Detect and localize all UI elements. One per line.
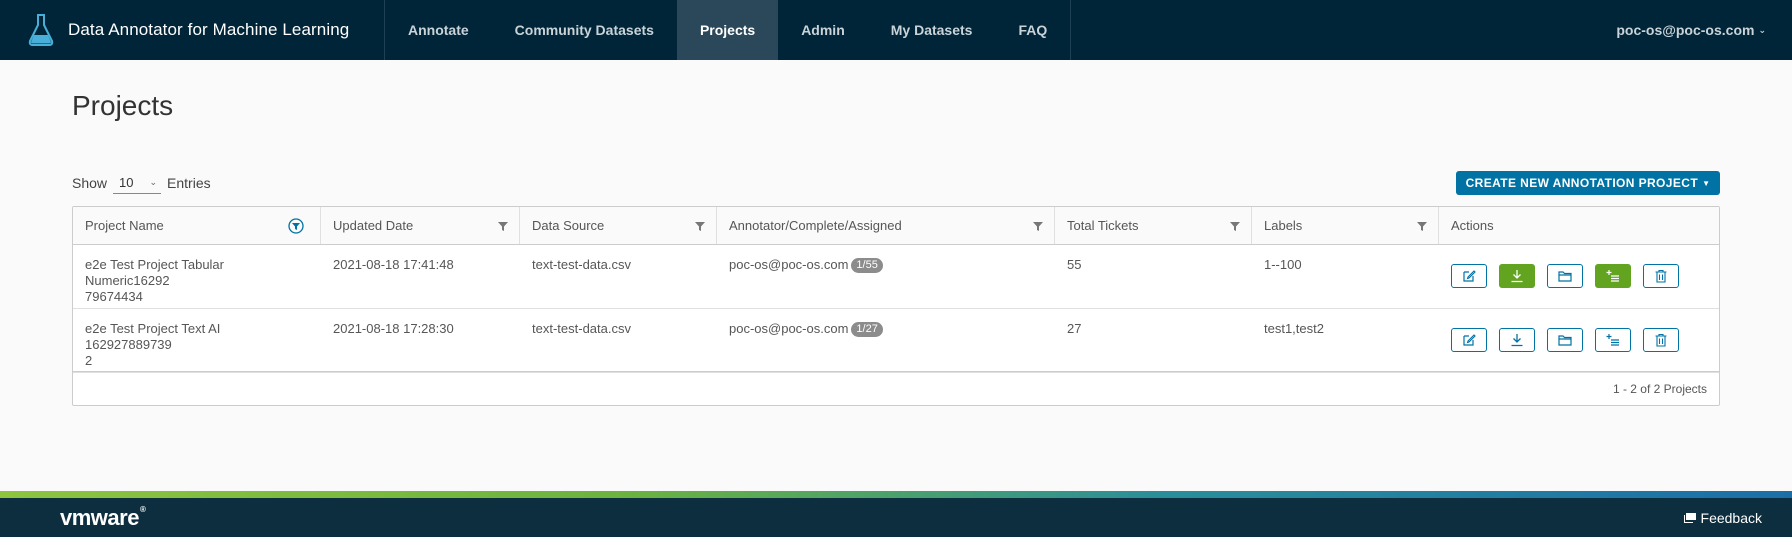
vmware-logo: vmware® [60,504,146,530]
footer-stripe [0,491,1792,498]
cell-annotator: poc-os@poc-os.com 1/55 [717,245,1055,308]
cell-labels: test1,test2 [1264,321,1324,336]
delete-button[interactable] [1643,264,1679,288]
edit-icon [1463,334,1476,346]
nav-community-datasets[interactable]: Community Datasets [492,0,677,60]
table-row: e2e Test Project Tabular Numeric16292 79… [73,245,1719,309]
column-header-data-source[interactable]: Data Source [520,207,717,244]
edit-button[interactable] [1451,264,1487,288]
project-name-line: 79674434 [85,289,143,304]
column-header-annotator[interactable]: Annotator/Complete/Assigned [717,207,1055,244]
list-add-icon [1606,270,1619,282]
column-label: Total Tickets [1067,218,1139,233]
annotator-email: poc-os@poc-os.com [729,321,849,336]
feedback-button[interactable]: Feedback [1683,498,1762,537]
filter-icon[interactable] [1416,220,1428,232]
column-header-project-name[interactable]: Project Name [73,207,321,244]
cell-total-tickets: 27 [1067,321,1082,336]
table-row: e2e Test Project Text AI 162927889739 2 … [73,309,1719,373]
projects-table: Project Name Updated Date Data Source An… [72,206,1720,406]
main-nav: Annotate Community Datasets Projects Adm… [384,0,1072,60]
open-folder-button[interactable] [1547,328,1583,352]
nav-my-datasets[interactable]: My Datasets [868,0,996,60]
nav-annotate[interactable]: Annotate [385,0,492,60]
flask-icon [28,14,54,46]
filter-icon[interactable] [1032,220,1044,232]
cell-data-source: text-test-data.csv [532,257,631,272]
trash-icon [1655,269,1667,283]
entries-select[interactable]: 10 ⌄ [113,172,162,194]
chevron-down-icon: ⌄ [149,177,158,187]
row-actions [1439,245,1719,308]
download-button[interactable] [1499,264,1535,288]
create-project-button[interactable]: CREATE NEW ANNOTATION PROJECT ▼ [1456,171,1720,195]
nav-admin[interactable]: Admin [778,0,868,60]
delete-button[interactable] [1643,328,1679,352]
edit-button[interactable] [1451,328,1487,352]
progress-badge: 1/27 [851,322,883,337]
trash-icon [1655,333,1667,347]
cell-project-name: e2e Test Project Text AI 162927889739 2 [73,309,321,372]
create-project-label: CREATE NEW ANNOTATION PROJECT [1465,176,1699,190]
page-title: Projects [72,90,174,121]
table-header: Project Name Updated Date Data Source An… [73,207,1719,245]
download-icon [1511,270,1523,283]
feedback-icon [1683,512,1696,523]
show-label: Show [72,175,108,191]
pagination-summary: 1 - 2 of 2 Projects [1612,381,1707,396]
progress-badge: 1/55 [851,258,883,273]
nav-projects[interactable]: Projects [676,0,779,60]
column-header-total-tickets[interactable]: Total Tickets [1055,207,1252,244]
feedback-label: Feedback [1700,509,1762,526]
project-name-line: e2e Test Project Tabular Numeric16292 [85,257,224,288]
page-size-control: Show 10 ⌄ Entries [72,172,211,194]
nav-faq[interactable]: FAQ [995,0,1070,60]
cell-updated-date: 2021-08-18 17:41:48 [333,257,454,272]
annotator-email: poc-os@poc-os.com [729,257,849,272]
filter-icon[interactable] [1229,220,1241,232]
column-label: Annotator/Complete/Assigned [729,218,902,233]
folder-icon [1558,271,1572,282]
project-name-line: 2 [85,353,93,368]
project-name-line: e2e Test Project Text AI 162927889739 [85,321,221,352]
app-header: Data Annotator for Machine Learning Anno… [0,0,1792,60]
brand-text: vmware [60,504,139,530]
column-label: Data Source [532,218,605,233]
download-button[interactable] [1499,328,1535,352]
edit-icon [1463,270,1476,282]
entries-value: 10 [119,175,134,190]
filter-icon[interactable] [694,220,706,232]
open-folder-button[interactable] [1547,264,1583,288]
filter-active-icon[interactable] [288,218,304,234]
column-header-labels[interactable]: Labels [1252,207,1439,244]
cell-annotator: poc-os@poc-os.com 1/27 [717,309,1055,372]
append-button[interactable] [1595,328,1631,352]
row-actions [1439,309,1719,372]
app-footer: vmware® Feedback [0,498,1792,537]
cell-labels: 1--100 [1264,257,1302,272]
cell-project-name: e2e Test Project Tabular Numeric16292 79… [73,245,321,308]
brand[interactable]: Data Annotator for Machine Learning [0,0,384,60]
column-header-updated-date[interactable]: Updated Date [321,207,520,244]
column-label: Labels [1264,218,1303,233]
column-header-actions: Actions [1439,207,1719,244]
cell-updated-date: 2021-08-18 17:28:30 [333,321,454,336]
user-menu[interactable]: poc-os@poc-os.com ⌄ [1616,0,1766,60]
column-label: Project Name [85,218,164,233]
table-footer: 1 - 2 of 2 Projects [73,371,1719,405]
column-label: Updated Date [333,218,414,233]
chevron-down-icon: ⌄ [1758,24,1766,35]
user-email: poc-os@poc-os.com [1616,22,1755,38]
entries-label: Entries [167,175,211,191]
folder-icon [1558,335,1572,346]
column-label: Actions [1451,218,1494,233]
list-add-icon [1606,334,1619,346]
download-icon [1511,334,1523,347]
app-title: Data Annotator for Machine Learning [68,20,350,39]
cell-total-tickets: 55 [1067,257,1082,272]
cell-data-source: text-test-data.csv [532,321,631,336]
chevron-down-icon: ▼ [1702,178,1711,188]
filter-icon[interactable] [497,220,509,232]
append-button[interactable] [1595,264,1631,288]
